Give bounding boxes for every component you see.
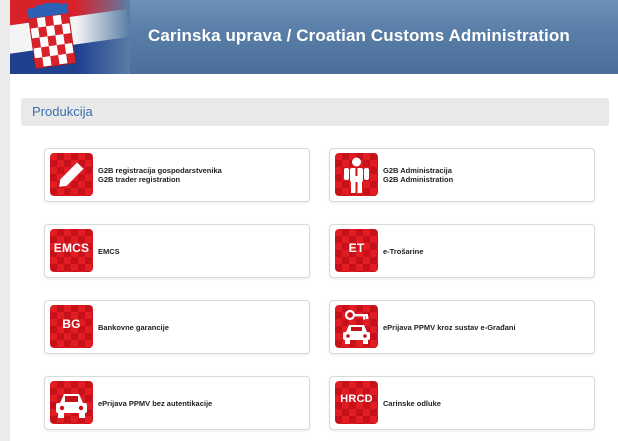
tile-e-trosarine[interactable]: ET e-Trošarine — [329, 224, 595, 278]
pencil-icon — [50, 153, 93, 196]
icon-code: HRCD — [340, 393, 373, 405]
tile-g2b-registration[interactable]: G2B registracija gospodarstvenika G2B tr… — [44, 148, 310, 202]
tile-label: EMCS — [98, 246, 120, 256]
icon-code: ET — [348, 241, 365, 255]
section-header: Produkcija — [21, 98, 609, 126]
tile-label: e-Trošarine — [383, 246, 424, 256]
person-icon — [335, 153, 378, 196]
tile-sublabel: G2B trader registration — [98, 175, 181, 184]
icon-code: EMCS — [53, 241, 90, 255]
icon-code: BG — [62, 317, 81, 331]
tile-eprijava-no-auth[interactable]: ePrijava PPMV bez autentikacije — [44, 376, 310, 430]
tile-eprijava-egradani[interactable]: ePrijava PPMV kroz sustav e-Građani — [329, 300, 595, 354]
hrcd-icon: HRCD — [335, 381, 378, 424]
tile-label: ePrijava PPMV kroz sustav e-Građani — [383, 322, 516, 332]
croatian-flag-logo — [10, 0, 130, 74]
tile-g2b-administration[interactable]: G2B Administracija G2B Administration — [329, 148, 595, 202]
car-key-icon — [335, 305, 378, 348]
tile-label: Bankovne garancije — [98, 322, 169, 332]
tile-label: G2B Administracija — [383, 166, 452, 175]
tile-label: Carinske odluke — [383, 398, 441, 408]
section-title: Produkcija — [32, 104, 93, 119]
page-title: Carinska uprava / Croatian Customs Admin… — [148, 26, 570, 45]
tile-label: ePrijava PPMV bez autentikacije — [98, 398, 213, 408]
car-icon — [50, 381, 93, 424]
tile-emcs[interactable]: EMCS EMCS — [44, 224, 310, 278]
tile-label: G2B registracija gospodarstvenika — [98, 166, 222, 175]
bg-icon: BG — [50, 305, 93, 348]
emcs-icon: EMCS — [50, 229, 93, 272]
header-banner: Carinska uprava / Croatian Customs Admin… — [10, 0, 618, 74]
page: Carinska uprava / Croatian Customs Admin… — [10, 0, 618, 441]
tile-carinske-odluke[interactable]: HRCD Carinske odluke — [329, 376, 595, 430]
tile-sublabel: G2B Administration — [383, 175, 454, 184]
tile-bank-guarantees[interactable]: BG Bankovne garancije — [44, 300, 310, 354]
et-icon: ET — [335, 229, 378, 272]
